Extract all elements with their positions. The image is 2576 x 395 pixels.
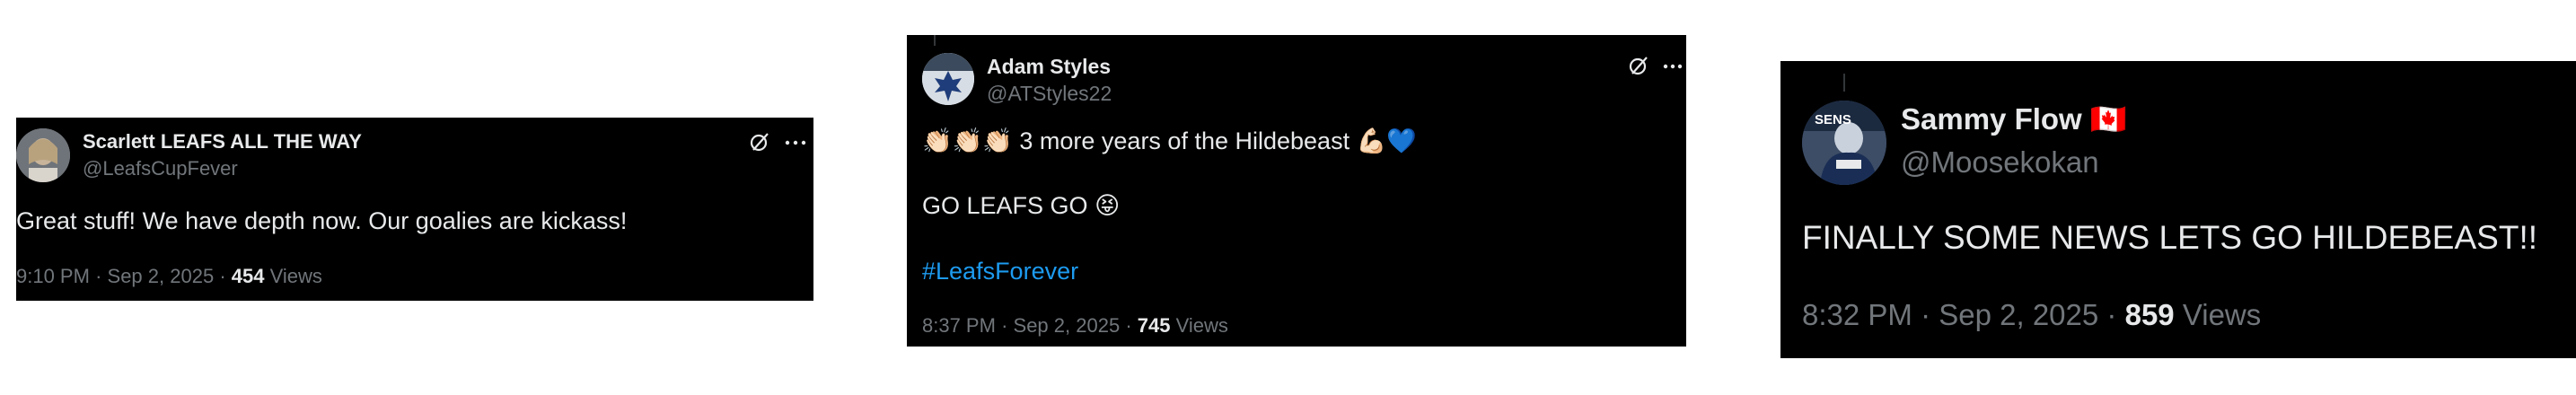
views-count: 859 [2124, 298, 2175, 331]
display-name[interactable]: Sammy Flow 🇨🇦 [1901, 102, 2127, 137]
views-count: 454 [231, 265, 265, 287]
handle[interactable]: @LeafsCupFever [83, 157, 238, 180]
display-name[interactable]: Adam Styles [987, 55, 1111, 79]
tweet-date[interactable]: Sep 2, 2025 [108, 265, 215, 287]
separator: · [219, 265, 226, 287]
tweet-card-3[interactable]: SENS Sammy Flow 🇨🇦 @Moosekokan FINALLY S… [1780, 61, 2576, 358]
separator: · [95, 265, 102, 287]
tweet-time[interactable]: 9:10 PM [16, 265, 90, 287]
flexed-heart-emoji: 💪🏻💙 [1356, 127, 1417, 154]
avatar[interactable] [16, 128, 70, 182]
tweet-text: FINALLY SOME NEWS LETS GO HILDEBEAST!! [1802, 219, 2538, 256]
tongue-emoji: 😝 [1095, 192, 1121, 219]
separator: · [1921, 298, 1931, 331]
thread-line [934, 35, 936, 46]
separator: · [1001, 314, 1008, 337]
grok-icon[interactable] [1627, 54, 1650, 77]
grok-icon[interactable] [748, 130, 771, 154]
hockey-player-photo-icon: SENS [1802, 101, 1886, 185]
handle[interactable]: @Moosekokan [1901, 145, 2099, 180]
profile-photo-icon [16, 128, 70, 182]
tweet-date[interactable]: Sep 2, 2025 [1014, 314, 1121, 337]
tweet-card-2[interactable]: Adam Styles @ATStyles22 👏🏻👏🏻👏🏻 3 more ye… [907, 35, 1686, 347]
avatar-text: SENS [1815, 112, 1851, 127]
separator: · [1125, 314, 1132, 337]
maple-leafs-logo-icon [922, 53, 974, 105]
views-label: Views [2182, 298, 2262, 331]
views-count: 745 [1137, 314, 1171, 337]
views-label: Views [269, 265, 322, 287]
tweet-text-line-2: GO LEAFS GO 😝 [922, 192, 1120, 220]
thread-line [1843, 74, 1845, 92]
hashtag-link[interactable]: #LeafsForever [922, 258, 1078, 285]
tweet-text-line-1: 👏🏻👏🏻👏🏻 3 more years of the Hildebeast 💪🏻… [922, 127, 1417, 155]
clapping-emoji: 👏🏻👏🏻👏🏻 [922, 127, 1013, 154]
separator: · [2106, 298, 2117, 331]
tweet-meta: 8:37 PM · Sep 2, 2025 · 745 Views [922, 314, 1228, 338]
views-label: Views [1175, 314, 1228, 337]
tweet-text: GO LEAFS GO [922, 192, 1088, 219]
display-name-text: Sammy Flow [1901, 102, 2082, 136]
handle[interactable]: @ATStyles22 [987, 82, 1112, 106]
canada-flag-emoji: 🇨🇦 [2089, 102, 2127, 136]
tweet-meta: 8:32 PM · Sep 2, 2025 · 859 Views [1802, 298, 2261, 332]
tweet-card-1[interactable]: Scarlett LEAFS ALL THE WAY @LeafsCupFeve… [16, 118, 813, 301]
tweet-text: Great stuff! We have depth now. Our goal… [16, 207, 628, 234]
tweet-time[interactable]: 8:37 PM [922, 314, 996, 337]
more-icon[interactable] [1663, 63, 1683, 70]
tweet-meta: 9:10 PM · Sep 2, 2025 · 454 Views [16, 265, 322, 288]
tweet-time[interactable]: 8:32 PM [1802, 298, 1912, 331]
tweet-date[interactable]: Sep 2, 2025 [1939, 298, 2098, 331]
tweet-text: 3 more years of the Hildebeast [1019, 127, 1350, 154]
display-name[interactable]: Scarlett LEAFS ALL THE WAY [83, 130, 362, 154]
avatar[interactable] [922, 53, 974, 105]
more-icon[interactable] [785, 139, 806, 146]
avatar[interactable]: SENS [1802, 101, 1886, 185]
